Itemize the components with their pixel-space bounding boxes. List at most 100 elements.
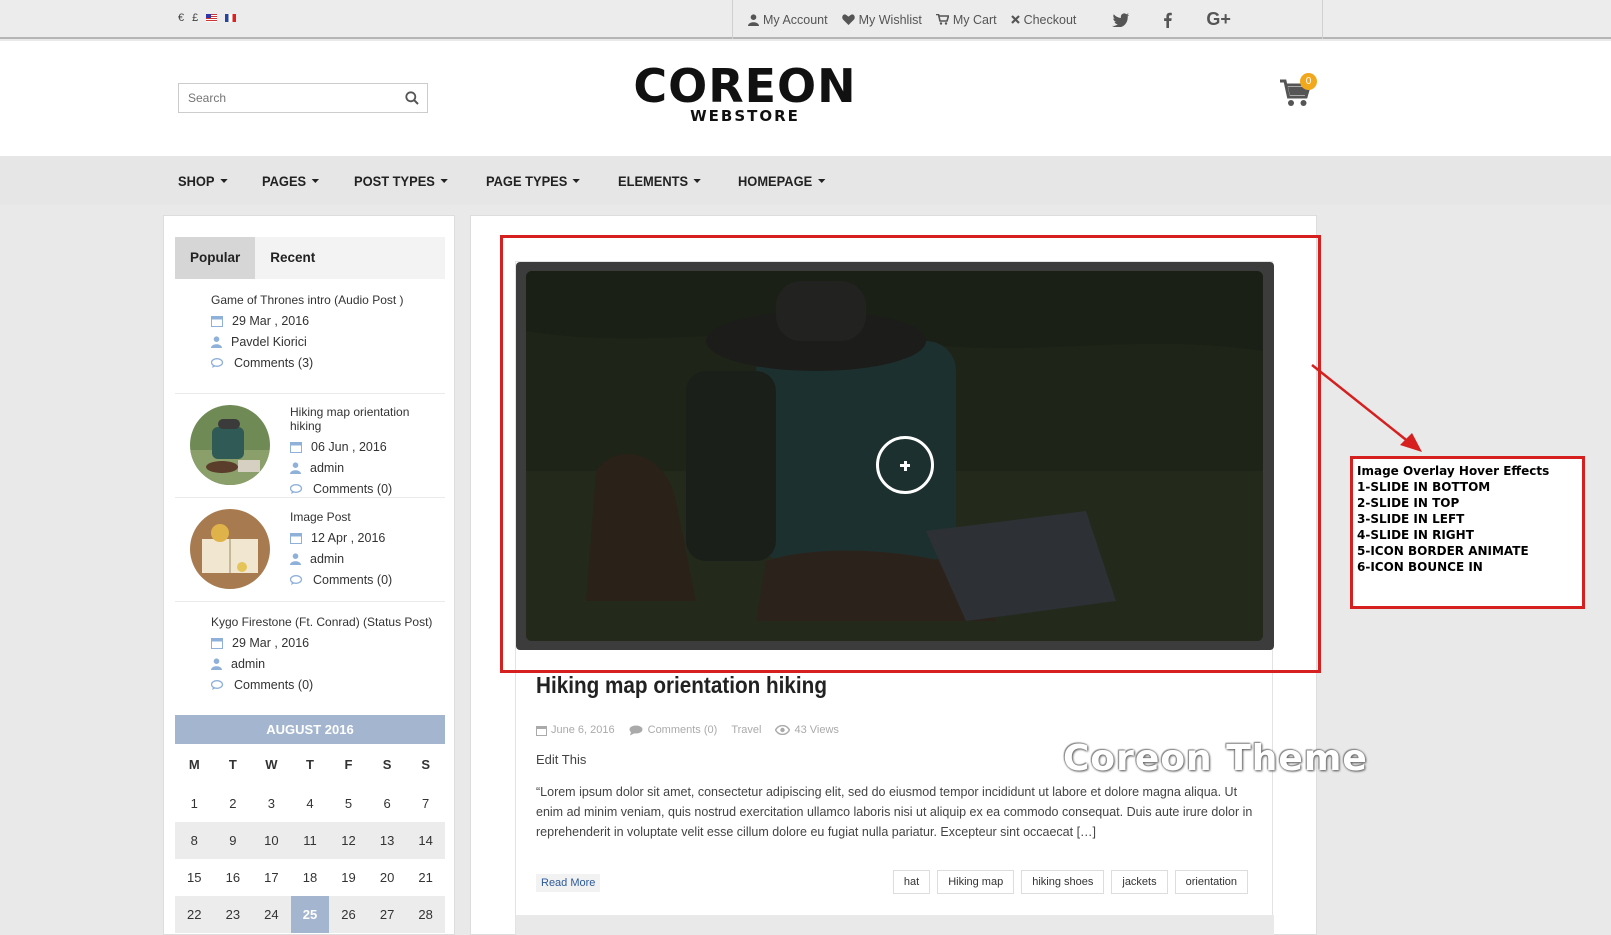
comments-icon	[290, 574, 303, 585]
calendar-day: 7	[422, 796, 430, 811]
comments-icon	[211, 679, 224, 690]
my-wishlist-link[interactable]: My Wishlist	[841, 13, 922, 27]
fr-flag-icon[interactable]	[225, 14, 237, 22]
calendar-day: 9	[229, 833, 237, 848]
annotation-line: Image Overlay Hover Effects	[1357, 464, 1550, 478]
weekday: W	[265, 757, 278, 772]
social-links: G+	[1112, 9, 1231, 30]
nav-elements[interactable]: ELEMENTS	[618, 173, 702, 189]
edit-link[interactable]: Edit This	[536, 752, 586, 767]
post-author-link[interactable]: admin	[310, 461, 344, 475]
post-title-link[interactable]: Image Post	[290, 510, 445, 524]
nav-homepage[interactable]: HOMEPAGE	[738, 173, 826, 189]
calendar-day: 6	[383, 796, 391, 811]
post-title-link[interactable]: Kygo Firestone (Ft. Conrad) (Status Post…	[211, 615, 445, 629]
post-comments-link[interactable]: Comments (0)	[234, 678, 313, 692]
nav-shop[interactable]: SHOP	[178, 173, 228, 189]
account-links: My Account My Wishlist My Cart Checkout …	[732, 0, 1323, 39]
calendar-day: 17	[264, 870, 279, 885]
sidebar-post: Hiking map orientation hiking 06 Jun , 2…	[175, 394, 445, 498]
user-icon	[211, 658, 222, 670]
post-comments: Comments (0)	[211, 678, 445, 692]
main-nav: SHOP PAGES POST TYPES PAGE TYPES ELEMENT…	[0, 156, 1611, 205]
checkout-link[interactable]: Checkout	[1010, 12, 1077, 27]
calendar-day: 21	[418, 870, 433, 885]
search-icon[interactable]	[405, 91, 419, 105]
post-author-link[interactable]: Pavdel Kiorici	[231, 335, 307, 349]
nav-page-types[interactable]: PAGE TYPES	[486, 173, 580, 189]
post-comments[interactable]: Comments (0)	[629, 724, 717, 736]
currency-pound[interactable]: £	[192, 12, 198, 24]
my-cart-label: My Cart	[952, 12, 997, 27]
post-views: 43 Views	[775, 724, 839, 736]
post-title-link[interactable]: Hiking map orientation hiking	[290, 405, 430, 433]
annotation-line: 4-SLIDE IN RIGHT	[1357, 528, 1474, 542]
calendar-day: 11	[303, 833, 317, 848]
comments-icon	[290, 483, 303, 494]
calendar-day: 15	[187, 870, 202, 885]
weekday: T	[228, 757, 237, 772]
tag-link[interactable]: orientation	[1174, 870, 1248, 894]
calendar-month: AUGUST 2016	[175, 715, 445, 744]
header-cart[interactable]: 0	[1280, 73, 1317, 112]
close-icon	[1010, 15, 1020, 24]
tag-link[interactable]: hat	[892, 870, 931, 894]
google-plus-icon[interactable]: G+	[1206, 9, 1231, 30]
post-comments-link[interactable]: Comments (3)	[234, 356, 313, 370]
calendar-day: 22	[187, 907, 202, 922]
chevron-down-icon	[693, 178, 702, 183]
calendar-widget: AUGUST 2016 M T W T F S S 1234567 8 9 10 11…	[175, 715, 445, 933]
post-date-text: 12 Apr , 2016	[311, 531, 386, 545]
post-comments-link[interactable]: Comments (0)	[313, 573, 392, 587]
highlight-box	[500, 235, 1321, 673]
calendar-day: 13	[379, 833, 395, 848]
tab-popular[interactable]: Popular	[175, 237, 256, 279]
calendar-day: 8	[190, 833, 198, 848]
nav-post-types[interactable]: POST TYPES	[354, 173, 448, 189]
calendar-day: 3	[267, 796, 276, 811]
post-date-text: 29 Mar , 2016	[232, 636, 310, 650]
post-date: 06 Jun , 2016	[290, 440, 445, 454]
calendar-day-today[interactable]: 25	[290, 896, 330, 933]
tag-link[interactable]: hiking shoes	[1021, 870, 1105, 894]
top-bar: € £ My Account My Wishlist My Cart Check…	[0, 0, 1611, 39]
my-account-link[interactable]: My Account	[748, 13, 828, 27]
post-date-text: June 6, 2016	[551, 724, 615, 736]
tag-link[interactable]: Hiking map	[937, 870, 1015, 894]
read-more-button[interactable]: Read More	[536, 874, 601, 892]
chevron-down-icon	[817, 178, 826, 183]
post-thumbnail[interactable]	[190, 405, 270, 485]
site-logo[interactable]: COREON WEBSTORE	[590, 63, 900, 124]
post-thumbnail[interactable]	[190, 509, 270, 589]
nav-post-types-label: POST TYPES	[353, 172, 435, 189]
post-title-link[interactable]: Game of Thrones intro (Audio Post )	[211, 293, 445, 307]
search-input[interactable]	[179, 84, 389, 112]
my-cart-link[interactable]: My Cart	[935, 12, 997, 27]
heart-icon	[841, 14, 855, 25]
post-author-link[interactable]: admin	[310, 552, 344, 566]
comments-icon	[629, 725, 643, 735]
post-title[interactable]: Hiking map orientation hiking	[536, 672, 827, 699]
us-flag-icon[interactable]	[206, 14, 218, 22]
post-author-link[interactable]: admin	[231, 657, 265, 671]
user-icon	[211, 336, 222, 348]
calendar-day: 2	[229, 796, 237, 811]
nav-page-types-label: PAGE TYPES	[485, 172, 567, 189]
nav-pages[interactable]: PAGES	[262, 173, 319, 189]
twitter-icon[interactable]	[1112, 12, 1130, 27]
tab-recent[interactable]: Recent	[255, 237, 330, 279]
currency-euro[interactable]: €	[178, 12, 184, 24]
nav-pages-label: PAGES	[261, 172, 306, 189]
post-category[interactable]: Travel	[731, 724, 761, 736]
user-icon	[290, 553, 301, 565]
post-author: admin	[211, 657, 445, 671]
post-category-text: Travel	[731, 724, 762, 736]
tag-link[interactable]: jackets	[1111, 870, 1168, 894]
calendar-day: 28	[418, 907, 433, 922]
checkout-label: Checkout	[1023, 12, 1077, 27]
weekday: S	[382, 757, 392, 772]
currency-switcher: € £	[178, 12, 237, 24]
post-comments-link[interactable]: Comments (0)	[313, 482, 392, 496]
facebook-icon[interactable]	[1163, 12, 1173, 28]
annotation-line: 3-SLIDE IN LEFT	[1357, 512, 1465, 526]
